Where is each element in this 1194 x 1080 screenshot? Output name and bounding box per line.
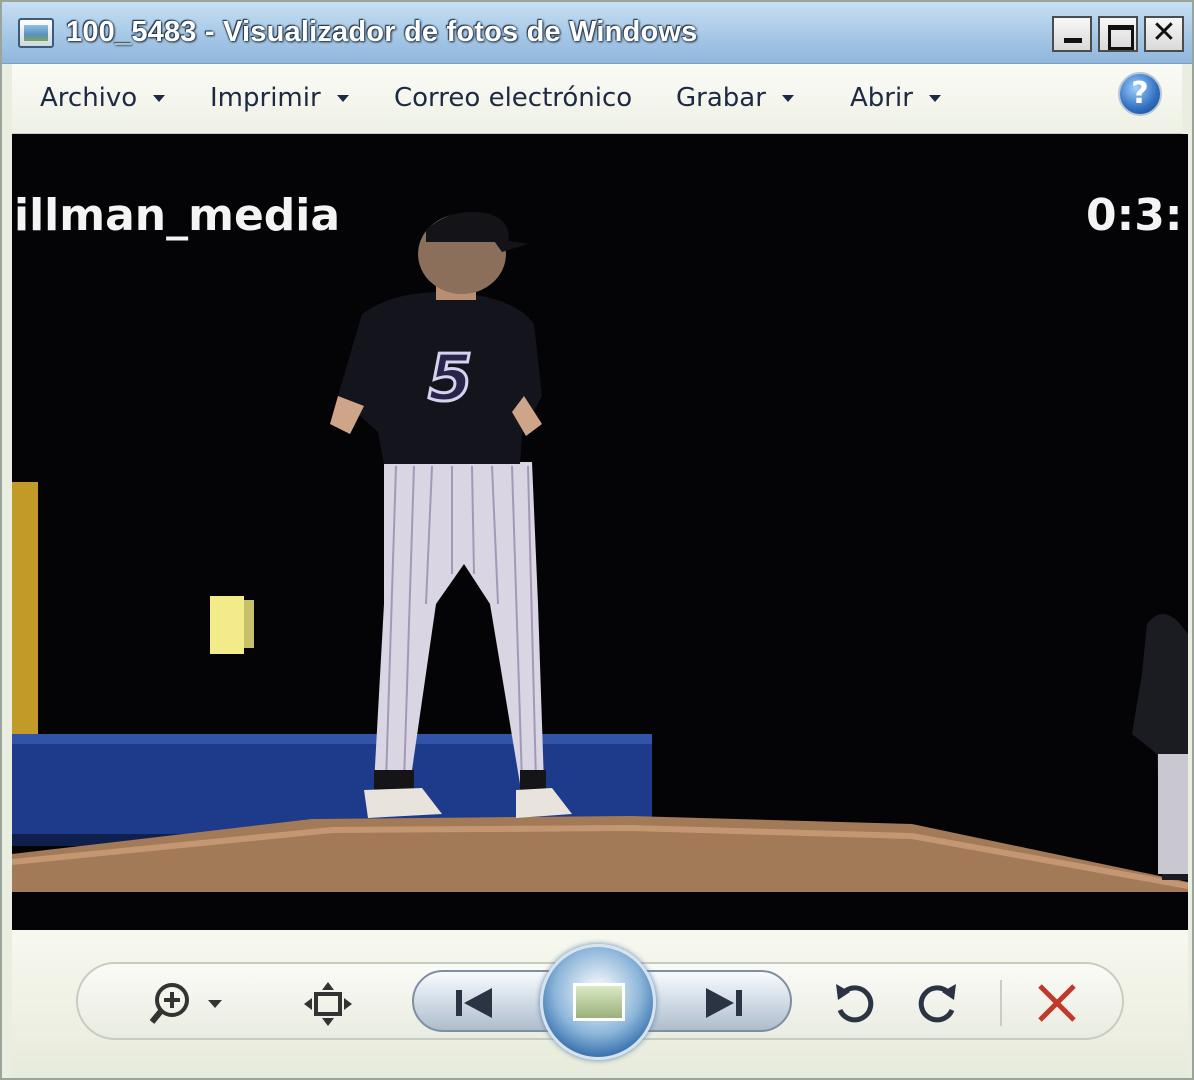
chevron-down-icon [781,94,794,102]
menu-imprimir-label: Imprimir [210,83,321,113]
next-icon[interactable] [702,986,746,1020]
close-button[interactable]: ✕ [1144,16,1184,52]
slideshow-icon [573,983,625,1021]
window-title: 100_5483 - Visualizador de fotos de Wind… [66,16,698,48]
photo-viewer-window: 100_5483 - Visualizador de fotos de Wind… [0,0,1194,1080]
rotate-clockwise-icon[interactable] [916,980,962,1026]
menu-archivo[interactable]: Archivo [40,80,166,116]
delete-icon[interactable] [1036,982,1078,1024]
command-bar: Archivo Imprimir Correo electrónico Grab… [12,64,1182,134]
fit-to-window-icon[interactable] [302,980,354,1028]
previous-icon[interactable] [452,986,496,1020]
menu-grabar[interactable]: Grabar [676,80,794,116]
caption-buttons: ✕ [1052,16,1184,52]
slideshow-button[interactable] [540,944,656,1060]
baseball-photo: 5 [12,134,1188,930]
zoom-icon[interactable] [150,980,234,1028]
menu-abrir-label: Abrir [850,83,913,113]
controls-divider [1000,980,1002,1026]
menu-archivo-label: Archivo [40,83,138,113]
video-timestamp: 0:3: [1086,190,1183,241]
chevron-down-icon [336,94,349,102]
help-button[interactable]: ? [1118,72,1162,116]
menu-grabar-label: Grabar [676,83,766,113]
navigation-controls [12,930,1188,1078]
minimize-button[interactable] [1052,16,1092,52]
photo-display[interactable]: 5 illman_media 0:3: [12,134,1188,930]
title-bar[interactable]: 100_5483 - Visualizador de fotos de Wind… [2,2,1192,64]
menu-correo-label: Correo electrónico [394,83,633,113]
chevron-down-icon [153,94,166,102]
photo-viewer-app-icon[interactable] [18,18,54,48]
menu-correo[interactable]: Correo electrónico [394,80,632,116]
menu-imprimir[interactable]: Imprimir [210,80,349,116]
maximize-button[interactable] [1098,16,1138,52]
rotate-counterclockwise-icon[interactable] [830,980,876,1026]
chevron-down-icon [928,94,941,102]
jersey-number: 5 [428,342,473,416]
menu-abrir[interactable]: Abrir [850,80,941,116]
video-watermark: illman_media [14,190,341,241]
